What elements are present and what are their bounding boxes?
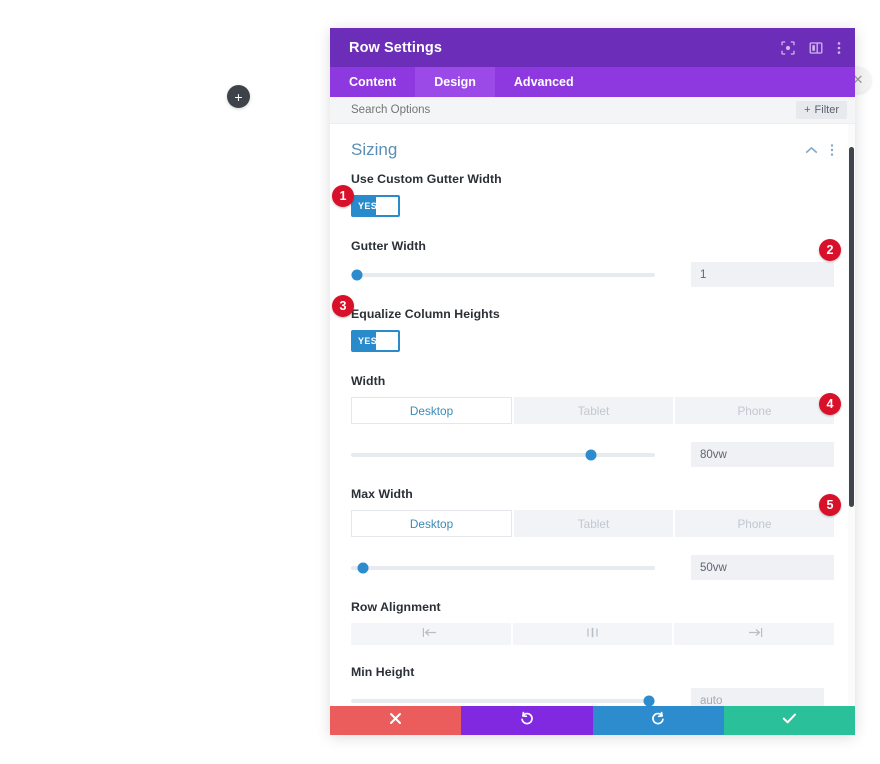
settings-scrollbar-track[interactable] — [848, 124, 855, 706]
field-label: Use Custom Gutter Width — [351, 172, 502, 186]
chevron-up-icon[interactable] — [805, 146, 818, 155]
align-center-icon — [584, 625, 601, 643]
device-tab-desktop[interactable]: Desktop — [351, 397, 512, 424]
modal-tab-bar: Content Design Advanced — [330, 67, 855, 97]
equalize-column-heights-toggle[interactable]: YES — [351, 330, 400, 352]
close-icon — [389, 712, 402, 730]
search-bar: + Filter — [330, 97, 855, 124]
gutter-width-slider-row: 1 — [351, 262, 834, 287]
align-right-button[interactable] — [674, 623, 835, 645]
add-row-button[interactable]: + — [227, 85, 250, 108]
field-label: Max Width — [351, 487, 413, 501]
device-tab-phone[interactable]: Phone — [675, 510, 834, 537]
field-gutter-width: Gutter Width 1 — [351, 239, 834, 287]
section-title: Sizing — [351, 140, 398, 159]
field-row-alignment: Row Alignment — [351, 600, 835, 645]
field-label: Gutter Width — [351, 239, 426, 253]
field-min-height: Min Height auto — [351, 665, 834, 706]
toggle-state-label: YES — [358, 336, 378, 346]
undo-icon — [519, 711, 534, 731]
max-width-slider[interactable] — [351, 562, 655, 573]
device-tab-phone[interactable]: Phone — [675, 397, 834, 424]
gutter-width-slider[interactable] — [351, 269, 655, 280]
target-focus-icon[interactable] — [781, 40, 795, 55]
slider-knob[interactable] — [585, 449, 597, 460]
kebab-menu-icon[interactable] — [830, 143, 834, 157]
device-tab-tablet[interactable]: Tablet — [514, 397, 673, 424]
align-right-icon — [746, 625, 763, 643]
max-width-device-tabs: Desktop Tablet Phone — [351, 510, 834, 537]
width-device-tabs: Desktop Tablet Phone — [351, 397, 834, 424]
slider-knob[interactable] — [357, 562, 369, 573]
toggle-wrap: YES — [351, 195, 834, 217]
toggle-wrap: YES — [351, 330, 834, 352]
filter-button[interactable]: + Filter — [796, 101, 847, 119]
field-use-custom-gutter-width: Use Custom Gutter Width YES — [351, 172, 834, 217]
annotation-badge-5: 5 — [819, 494, 841, 516]
max-width-value[interactable]: 50vw — [691, 555, 834, 580]
width-slider[interactable] — [351, 449, 655, 460]
plus-icon: + — [234, 88, 243, 105]
align-left-button[interactable] — [351, 623, 511, 645]
header-icon-group — [781, 40, 841, 55]
annotation-badge-4: 4 — [819, 393, 841, 415]
field-label: Row Alignment — [351, 600, 441, 614]
cancel-button[interactable] — [330, 706, 462, 735]
field-label: Width — [351, 374, 386, 388]
modal-body: Sizing Use Custom Gutter Width YES Gutte… — [330, 124, 855, 706]
search-input[interactable] — [351, 104, 797, 116]
align-center-button[interactable] — [512, 623, 673, 645]
field-max-width: Max Width Desktop Tablet Phone 50vw — [351, 487, 834, 580]
max-width-slider-row: 50vw — [351, 555, 834, 580]
filter-button-label: Filter — [814, 104, 839, 116]
annotation-badge-2: 2 — [819, 239, 841, 261]
sizing-section-header: Sizing — [351, 124, 834, 172]
undo-button[interactable] — [461, 706, 593, 735]
panel-layout-icon[interactable] — [809, 41, 823, 55]
check-icon — [782, 712, 797, 730]
page-title: Row Settings — [349, 39, 443, 56]
width-slider-row: 80vw — [351, 442, 834, 467]
device-tab-tablet[interactable]: Tablet — [514, 510, 673, 537]
tab-advanced[interactable]: Advanced — [495, 67, 593, 97]
save-button[interactable] — [723, 706, 855, 735]
field-equalize-column-heights: Equalize Column Heights YES — [351, 307, 834, 352]
tab-content[interactable]: Content — [330, 67, 415, 97]
toggle-state-label: YES — [358, 201, 378, 211]
min-height-slider-row: auto — [351, 688, 834, 706]
annotation-badge-3: 3 — [332, 295, 354, 317]
redo-button[interactable] — [592, 706, 724, 735]
tab-design[interactable]: Design — [415, 67, 495, 97]
slider-knob[interactable] — [643, 695, 655, 706]
row-settings-modal: Row Settings Content Design Advanced Sea… — [330, 28, 855, 735]
settings-scrollbar-thumb[interactable] — [849, 147, 854, 507]
plus-icon: + — [804, 104, 811, 116]
align-left-icon — [422, 625, 439, 643]
kebab-menu-icon[interactable] — [837, 41, 841, 55]
min-height-value[interactable]: auto — [691, 688, 824, 706]
builder-canvas: + ✕ Row Settings Content Design Advanced… — [0, 0, 880, 764]
width-value[interactable]: 80vw — [691, 442, 834, 467]
field-label: Equalize Column Heights — [351, 307, 500, 321]
annotation-badge-1: 1 — [332, 185, 354, 207]
use-custom-gutter-width-toggle[interactable]: YES — [351, 195, 400, 217]
modal-footer — [330, 706, 855, 735]
row-alignment-options — [351, 623, 835, 645]
field-label: Min Height — [351, 665, 415, 679]
toggle-knob — [376, 332, 398, 350]
redo-icon — [651, 711, 666, 731]
settings-scroll-area: Sizing Use Custom Gutter Width YES Gutte… — [330, 124, 855, 706]
gutter-width-value[interactable]: 1 — [691, 262, 834, 287]
device-tab-desktop[interactable]: Desktop — [351, 510, 512, 537]
field-width: Width Desktop Tablet Phone 80vw — [351, 374, 834, 467]
toggle-knob — [376, 197, 398, 215]
modal-header: Row Settings — [330, 28, 855, 67]
min-height-slider[interactable] — [351, 695, 655, 706]
slider-knob[interactable] — [351, 269, 363, 280]
